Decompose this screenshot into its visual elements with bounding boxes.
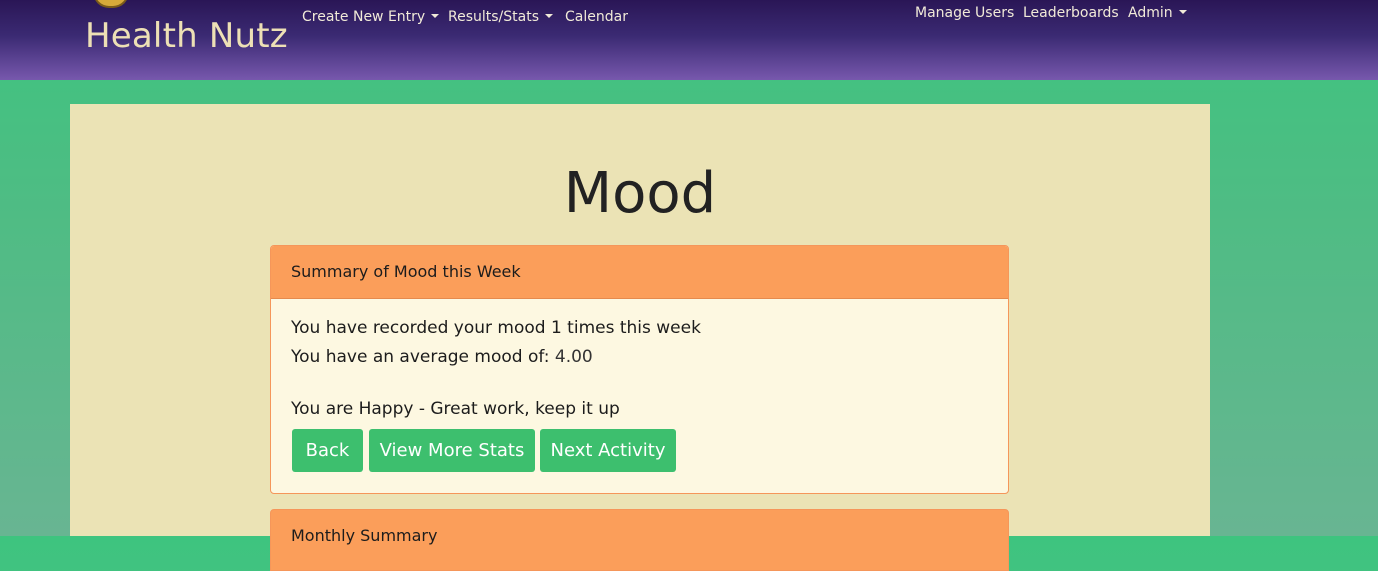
weekly-summary-card: Summary of Mood this Week You have recor…: [270, 245, 1009, 494]
view-more-stats-button[interactable]: View More Stats: [369, 429, 535, 472]
health-nutz-logo-icon[interactable]: [93, 0, 129, 8]
next-activity-button[interactable]: Next Activity: [540, 429, 676, 472]
page-title: Mood: [563, 161, 717, 226]
nav-leaderboards[interactable]: Leaderboards: [1023, 5, 1119, 21]
nav-results-stats[interactable]: Results/Stats: [448, 9, 554, 25]
mood-status-text: You are Happy - Great work, keep it up: [291, 399, 620, 419]
nav-manage-users[interactable]: Manage Users: [915, 5, 1014, 21]
nav-leaderboards-label: Leaderboards: [1023, 5, 1119, 21]
caret-down-icon: [431, 14, 440, 18]
nav-results-stats-label: Results/Stats: [448, 9, 540, 25]
nav-create-new-entry-label: Create New Entry: [302, 9, 426, 25]
nav-calendar[interactable]: Calendar: [565, 9, 628, 25]
nav-manage-users-label: Manage Users: [915, 5, 1015, 21]
average-mood-value: 4.00: [554, 347, 593, 367]
caret-down-icon: [545, 14, 554, 18]
caret-down-icon: [1178, 10, 1187, 14]
main-container: Mood Summary of Mood this Week You have …: [70, 104, 1210, 571]
nav-create-new-entry[interactable]: Create New Entry: [302, 9, 440, 25]
top-navbar: Health Nutz Create New Entry Results/Sta…: [0, 0, 1378, 80]
nav-admin[interactable]: Admin: [1128, 5, 1187, 21]
monthly-summary-card: Monthly Summary: [270, 509, 1009, 571]
weekly-summary-header: Summary of Mood this Week: [271, 246, 1008, 299]
recorded-count-text: You have recorded your mood 1 times this…: [291, 318, 701, 338]
back-button[interactable]: Back: [292, 429, 363, 472]
average-mood-line: You have an average mood of: 4.00: [291, 347, 593, 367]
brand-title[interactable]: Health Nutz: [85, 16, 288, 56]
nav-calendar-label: Calendar: [565, 9, 628, 25]
average-mood-label: You have an average mood of:: [291, 347, 550, 367]
nav-admin-label: Admin: [1128, 5, 1173, 21]
